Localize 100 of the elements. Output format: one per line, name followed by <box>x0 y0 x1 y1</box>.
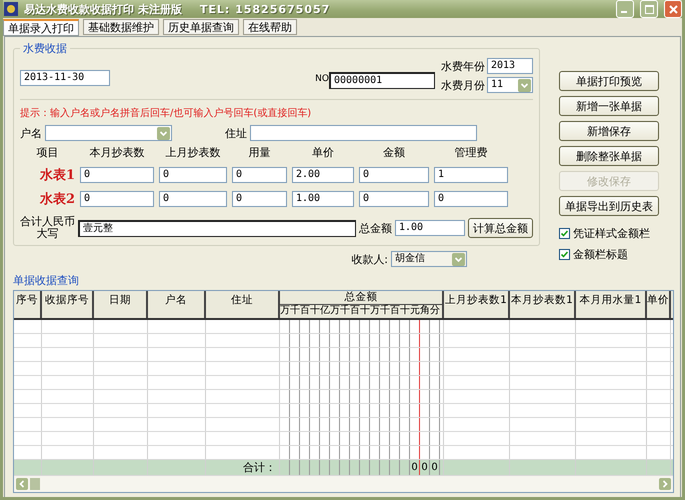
column-header[interactable]: 单价 <box>647 291 671 318</box>
group-title: 单据收据查询 <box>13 273 80 288</box>
meter-field[interactable]: 0 <box>359 167 429 183</box>
address-field[interactable] <box>250 125 477 141</box>
hint-text: 提示：输入户名或户名拼音后回车/也可输入户号回车(或直接回车) <box>20 106 312 120</box>
receipt-number-field[interactable]: 00000001 <box>329 72 435 89</box>
digit-header: 千 <box>340 305 350 317</box>
tab[interactable]: 单据录入打印 <box>3 19 79 36</box>
digit-header: 十 <box>310 305 320 317</box>
payee-dropdown[interactable]: 胡金信 <box>391 251 467 267</box>
action-button[interactable]: 删除整张单据 <box>559 146 659 166</box>
tab[interactable]: 历史单据查询 <box>163 19 239 35</box>
digit-header: 十 <box>360 305 370 317</box>
group-title: 水费收据 <box>22 41 68 56</box>
digit-header: 亿 <box>320 305 330 317</box>
column-header[interactable]: 住址 <box>206 291 280 318</box>
close-icon <box>668 4 678 14</box>
column-header[interactable]: 户名 <box>148 291 206 318</box>
total-digit: 0 <box>411 461 418 475</box>
name-dropdown[interactable] <box>45 125 172 141</box>
digit-header: 千 <box>290 305 300 317</box>
tab[interactable]: 基础数据维护 <box>83 19 159 35</box>
column-label: 本月抄表数 <box>88 145 146 160</box>
column-header[interactable]: 序号 <box>14 291 42 318</box>
action-button[interactable]: 单据导出到历史表 <box>559 196 659 216</box>
digit-header: 元 <box>410 305 420 317</box>
digit-header: 百 <box>300 305 310 317</box>
total-row-label: 合计： <box>243 460 276 475</box>
maximize-icon <box>644 4 654 14</box>
meter-field[interactable]: 0 <box>359 191 429 207</box>
action-button[interactable]: 新增保存 <box>559 121 659 141</box>
meter-field[interactable]: 0 <box>80 167 154 183</box>
no-label: NO <box>315 74 329 84</box>
checkbox-label: 凭证样式金额栏 <box>573 226 650 241</box>
tab[interactable]: 在线帮助 <box>243 19 297 35</box>
scroll-thumb[interactable] <box>30 478 40 490</box>
date-field[interactable]: 2013-11-30 <box>20 70 110 86</box>
checkbox-label: 金额栏标题 <box>573 247 628 262</box>
total-digit: 0 <box>431 461 438 475</box>
payee-label: 收款人: <box>351 252 388 266</box>
digit-header: 角 <box>420 305 430 317</box>
column-header[interactable]: 收据序号 <box>42 291 94 318</box>
meter-field[interactable]: 0 <box>232 167 287 183</box>
maximize-button[interactable] <box>640 0 658 18</box>
address-label: 住址 <box>225 126 247 140</box>
total-words-label: 大写 <box>36 228 58 240</box>
action-button[interactable]: 新增一张单据 <box>559 96 659 116</box>
column-header[interactable]: 上月抄表数1 <box>444 291 510 318</box>
column-label: 用量 <box>248 145 272 160</box>
column-header[interactable]: 日期 <box>94 291 148 318</box>
window-phone: TEL: 15825675057 <box>200 2 330 16</box>
digit-header: 十 <box>400 305 410 317</box>
digit-header: 百 <box>390 305 400 317</box>
column-label: 单价 <box>311 145 335 160</box>
meter-field[interactable]: 0 <box>434 191 508 207</box>
column-label: 上月抄表数 <box>164 145 222 160</box>
column-header[interactable]: 本月抄表数1 <box>510 291 576 318</box>
year-field[interactable]: 2013 <box>487 58 533 74</box>
dropdown-icon <box>452 252 465 266</box>
digit-header: 百 <box>350 305 360 317</box>
column-label: 金额 <box>382 145 406 160</box>
calculate-button[interactable]: 计算总金额 <box>468 218 533 238</box>
column-label: 管理费 <box>454 145 488 160</box>
column-header[interactable]: 总金额 <box>280 291 442 305</box>
digit-header: 千 <box>380 305 390 317</box>
minimize-button[interactable] <box>616 0 634 18</box>
close-button[interactable] <box>664 0 682 18</box>
total-words-field[interactable]: 壹元整 <box>78 220 356 236</box>
app-icon <box>4 2 18 16</box>
month-dropdown[interactable]: 11 <box>487 77 533 93</box>
meter-field[interactable]: 0 <box>232 191 287 207</box>
meter-field[interactable]: 1.00 <box>292 191 354 207</box>
total-label: 总金额 <box>359 220 392 236</box>
total-words-label: 合计人民币 <box>20 216 75 228</box>
meter-field[interactable]: 0 <box>159 191 227 207</box>
total-field[interactable]: 1.00 <box>395 220 465 236</box>
meter-field[interactable]: 2.00 <box>292 167 354 183</box>
checkbox[interactable] <box>559 228 570 239</box>
digit-header: 万 <box>280 305 290 317</box>
checkbox[interactable] <box>559 249 570 260</box>
month-label: 水费月份 <box>441 78 485 92</box>
meter-field[interactable]: 1 <box>434 167 508 183</box>
digit-header: 万 <box>370 305 380 317</box>
window-title: 易达水费收款收据打印 未注册版 <box>24 2 182 16</box>
dropdown-icon <box>518 78 531 92</box>
meter-field[interactable]: 0 <box>159 167 227 183</box>
horizontal-scrollbar[interactable] <box>14 476 673 492</box>
meter-label: 水表1 <box>38 167 75 184</box>
meter-field[interactable]: 0 <box>80 191 154 207</box>
meter-label: 水表2 <box>38 191 75 208</box>
digit-header: 万 <box>330 305 340 317</box>
scroll-right-icon[interactable] <box>659 478 671 490</box>
name-label: 户名 <box>20 126 42 140</box>
column-label: 项目 <box>36 145 60 160</box>
scroll-left-icon[interactable] <box>16 478 28 490</box>
total-digit: 0 <box>421 461 428 475</box>
dropdown-icon <box>157 126 170 140</box>
column-header[interactable]: 本月用水量1 <box>576 291 647 318</box>
action-button[interactable]: 单据打印预览 <box>559 71 659 91</box>
year-label: 水费年份 <box>441 58 485 74</box>
